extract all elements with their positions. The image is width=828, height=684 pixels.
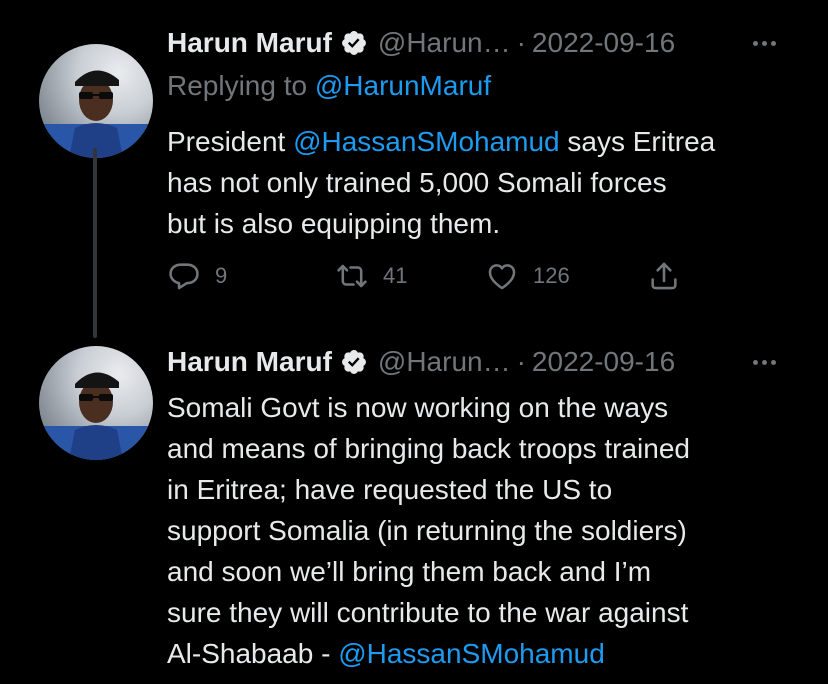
verified-badge-icon <box>340 348 368 376</box>
like-button[interactable]: 126 <box>485 256 570 296</box>
author-handle[interactable]: @Harun… <box>378 346 511 378</box>
avatar-photo <box>39 372 153 460</box>
tweet-date[interactable]: 2022-09-16 <box>532 27 675 59</box>
share-button[interactable] <box>647 256 681 296</box>
mention-link[interactable]: @HassanSMohamud <box>293 126 560 157</box>
like-icon <box>485 259 519 293</box>
tweet-text-line: Somali Govt is now working on the ways <box>167 392 669 423</box>
tweet-text-line: but is also equipping them. <box>167 208 501 239</box>
more-icon[interactable] <box>753 342 776 382</box>
retweet-button[interactable]: 41 <box>335 256 407 296</box>
replying-to-label: Replying to <box>167 70 308 101</box>
reply-button[interactable]: 9 <box>167 256 227 296</box>
tweet-header: Harun Maruf @Harun… · 2022-09-16 <box>167 342 675 382</box>
mention-link[interactable]: @HassanSMohamud <box>338 638 605 669</box>
text-span: says Eritrea <box>559 126 716 157</box>
tweet-text-line: and means of bringing back troops traine… <box>167 433 690 464</box>
retweet-icon <box>335 259 369 293</box>
author-handle[interactable]: @Harun… <box>378 27 511 59</box>
tweet-text-line: has not only trained 5,000 Somali forces <box>167 167 667 198</box>
replying-to: Replying to @HarunMaruf <box>167 70 491 102</box>
tweet-text-line: sure they will contribute to the war aga… <box>167 597 689 628</box>
tweet-date[interactable]: 2022-09-16 <box>532 346 675 378</box>
reply-icon <box>167 259 201 293</box>
verified-badge-icon <box>340 29 368 57</box>
share-icon <box>647 259 681 293</box>
author-name[interactable]: Harun Maruf <box>167 346 332 378</box>
tweet-header: Harun Maruf @Harun… · 2022-09-16 <box>167 23 675 63</box>
author-name[interactable]: Harun Maruf <box>167 27 332 59</box>
tweet-text-line: support Somalia (in returning the soldie… <box>167 515 687 546</box>
tweet-text-line: Al-Shabaab - @HassanSMohamud <box>167 633 807 674</box>
avatar-photo <box>39 70 153 158</box>
replying-to-handle[interactable]: @HarunMaruf <box>315 70 491 101</box>
separator-dot: · <box>516 27 526 58</box>
avatar[interactable] <box>39 44 153 158</box>
reply-count: 9 <box>215 263 228 288</box>
tweet-text: Somali Govt is now working on the ways a… <box>167 387 807 674</box>
tweet-actions: 9 41 126 <box>167 256 687 296</box>
more-icon[interactable] <box>753 23 776 63</box>
retweet-count: 41 <box>383 263 408 288</box>
tweet-text-line: President @HassanSMohamud says Eritrea <box>167 121 807 162</box>
text-span: Al-Shabaab - <box>167 638 339 669</box>
tweet-text-line: in Eritrea; have requested the US to <box>167 474 613 505</box>
tweet-text: President @HassanSMohamud says Eritrea h… <box>167 121 807 244</box>
like-count: 126 <box>533 263 570 288</box>
tweet-text-line: and soon we’ll bring them back and I’m <box>167 556 652 587</box>
text-span: President <box>167 126 294 157</box>
separator-dot: · <box>516 346 526 377</box>
avatar[interactable] <box>39 346 153 460</box>
thread-connector-line <box>93 148 97 338</box>
